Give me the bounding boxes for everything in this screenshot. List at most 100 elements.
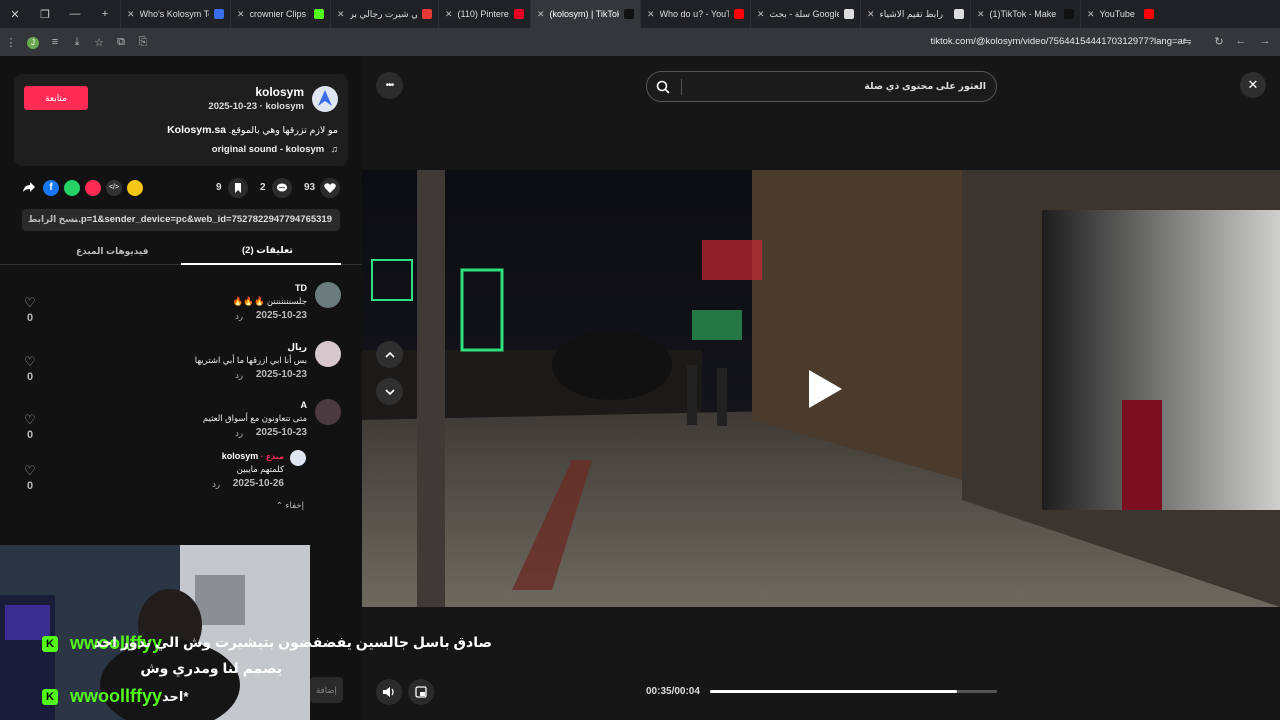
- comment-icon[interactable]: [272, 178, 292, 198]
- close-tab-icon[interactable]: ✕: [337, 9, 345, 20]
- add-comment-button[interactable]: إضافة: [310, 677, 343, 703]
- comment-text: كلمتهم مايبين: [236, 464, 284, 474]
- follow-button[interactable]: متابعة: [24, 86, 88, 110]
- close-tab-icon[interactable]: ✕: [867, 9, 875, 20]
- close-tab-icon[interactable]: ✕: [237, 9, 245, 20]
- search-bar[interactable]: العثور على محتوى ذي صلة: [646, 71, 997, 102]
- tab-title: رابط تقيم الاشياء: [879, 8, 944, 19]
- commenter-avatar[interactable]: [315, 341, 341, 367]
- commenter-name[interactable]: A: [301, 400, 308, 410]
- comment-like-icon[interactable]: ♡: [24, 295, 36, 311]
- browser-tab[interactable]: ✕ crownier Clips - V: [230, 0, 330, 28]
- reload-icon[interactable]: ↻: [1208, 35, 1230, 48]
- caption-link[interactable]: Kolosym.sa: [167, 124, 226, 136]
- bookmark-star-icon[interactable]: ☆: [88, 36, 110, 49]
- copy-link-button[interactable]: نسخ الرابط: [28, 214, 78, 225]
- close-window-icon[interactable]: ✕: [0, 8, 30, 21]
- minimize-window-icon[interactable]: —: [60, 8, 90, 20]
- commenter-avatar[interactable]: [315, 282, 341, 308]
- next-video-button[interactable]: [376, 378, 403, 405]
- close-tab-icon[interactable]: ✕: [127, 9, 135, 20]
- video-progress-bar[interactable]: [710, 690, 997, 693]
- more-options-button[interactable]: •••: [376, 72, 403, 99]
- send-to-friend-icon[interactable]: [85, 180, 101, 196]
- reply-button[interactable]: رد: [235, 311, 243, 322]
- forward-icon[interactable]: →: [1254, 35, 1276, 47]
- chat-message: احد*: [162, 689, 189, 704]
- comments-count: 2: [260, 182, 266, 193]
- embed-code-icon[interactable]: </>: [106, 180, 122, 196]
- commenter-name[interactable]: ريال: [287, 342, 307, 353]
- close-tab-icon[interactable]: ✕: [537, 9, 545, 20]
- commenter-avatar[interactable]: [315, 399, 341, 425]
- play-icon[interactable]: [806, 368, 844, 415]
- comment-text: بس أنا ابي ازرقها ما أبي اشتريها: [194, 355, 307, 365]
- browser-tab[interactable]: ✕ (kolosym) | TikTok: [530, 0, 640, 28]
- close-tab-icon[interactable]: ✕: [977, 9, 985, 20]
- install-icon[interactable]: ⎘: [132, 36, 154, 49]
- reply-button[interactable]: رد: [235, 428, 243, 439]
- bookmark-icon[interactable]: [228, 178, 248, 198]
- playlist-icon[interactable]: ≡: [44, 36, 66, 48]
- reply-button[interactable]: رد: [235, 370, 243, 381]
- author-username[interactable]: kolosym: [255, 85, 304, 99]
- picture-in-picture-icon[interactable]: [408, 679, 434, 705]
- subtitle-line-2: يصمم لنا ومدري وش: [140, 660, 282, 676]
- comment-date: 2025-10-26: [232, 478, 284, 489]
- close-tab-icon[interactable]: ✕: [647, 9, 655, 20]
- browser-tab[interactable]: ✕ (110) Pinterest: [438, 0, 530, 28]
- search-input[interactable]: العثور على محتوى ذي صلة: [864, 81, 986, 92]
- search-icon[interactable]: [655, 79, 671, 100]
- author-avatar[interactable]: [312, 86, 338, 112]
- browser-tab[interactable]: ✕ تي شيرت رجالي بر: [330, 0, 438, 28]
- repost-icon[interactable]: [127, 180, 143, 196]
- commenter-name[interactable]: TD: [295, 283, 307, 293]
- sound-line[interactable]: original sound - kolosym ♫: [212, 144, 338, 155]
- site-settings-icon[interactable]: ⇋: [1176, 35, 1198, 48]
- commenter-username: ريال: [287, 342, 307, 352]
- likes-count: 93: [304, 182, 316, 193]
- tab-title: (kolosym) | TikTok: [549, 9, 619, 19]
- tab-creator-videos[interactable]: فيديوهات المبدع: [76, 246, 148, 257]
- download-icon[interactable]: ⤓: [66, 36, 88, 49]
- share-icon[interactable]: [22, 180, 36, 199]
- like-heart-icon[interactable]: [320, 178, 340, 198]
- extensions-icon[interactable]: ⧉: [110, 36, 132, 49]
- close-tab-icon[interactable]: ✕: [445, 9, 453, 20]
- browser-tab[interactable]: ✕ سلة - بحث Google: [750, 0, 860, 28]
- active-tab-indicator: [181, 263, 341, 265]
- browser-tab[interactable]: ✕ (1)TikTok - Make: [970, 0, 1080, 28]
- whatsapp-share-icon[interactable]: [64, 180, 80, 196]
- browser-tab[interactable]: ✕ YouTube: [1080, 0, 1160, 28]
- tab-comments[interactable]: تعليقات (2): [242, 245, 293, 256]
- browser-tab[interactable]: ✕ Who's Kolosym To: [120, 0, 230, 28]
- commenter-name[interactable]: kolosym · مبدع: [222, 451, 284, 461]
- comment-like-icon[interactable]: ♡: [24, 412, 36, 428]
- post-caption: مو لازم تزرقها وهي بالموقع. Kolosym.sa: [167, 124, 338, 136]
- kick-logo-icon: K: [42, 636, 58, 652]
- reply-button[interactable]: رد: [212, 479, 220, 490]
- close-tab-icon[interactable]: ✕: [1087, 9, 1095, 20]
- hide-replies-button[interactable]: ⌃ إخفاء: [276, 500, 304, 511]
- facebook-share-icon[interactable]: f: [43, 180, 59, 196]
- close-tab-icon[interactable]: ✕: [757, 9, 765, 20]
- comment-like-count: 0: [27, 371, 34, 383]
- comment-like-icon[interactable]: ♡: [24, 354, 36, 370]
- share-link-text[interactable]: ...p=1&sender_device=pc&web_id=752782294…: [73, 214, 332, 225]
- volume-icon[interactable]: [376, 679, 402, 705]
- commenter-avatar[interactable]: [290, 450, 306, 466]
- comment-text: جلسنننننننن 🔥🔥🔥: [232, 296, 307, 306]
- tab-title: (1)TikTok - Make: [989, 9, 1057, 19]
- close-icon[interactable]: ✕: [1240, 72, 1266, 98]
- comment-like-icon[interactable]: ♡: [24, 463, 36, 479]
- url-text[interactable]: tiktok.com/@kolosym/video/75644154441703…: [931, 36, 1187, 47]
- menu-dots-icon[interactable]: ⋮: [0, 36, 22, 49]
- previous-video-button[interactable]: [376, 341, 403, 368]
- restore-window-icon[interactable]: ❐: [30, 8, 60, 21]
- browser-tab[interactable]: ✕ رابط تقيم الاشياء: [860, 0, 970, 28]
- back-icon[interactable]: ←: [1230, 35, 1252, 47]
- new-tab-button[interactable]: +: [90, 8, 120, 20]
- profile-icon[interactable]: J: [22, 36, 44, 49]
- browser-tab[interactable]: ✕ Who do u? - YouT: [640, 0, 750, 28]
- sound-label: original sound - kolosym: [211, 144, 325, 155]
